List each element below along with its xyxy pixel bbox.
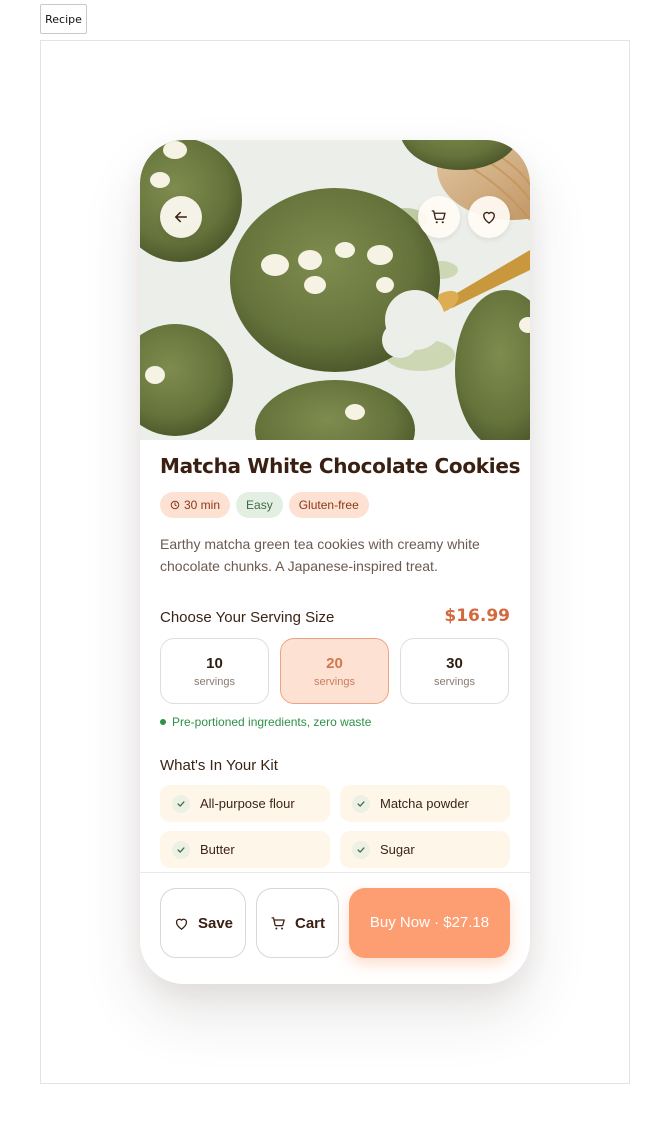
serving-count: 10 xyxy=(206,654,223,672)
difficulty-tag-label: Easy xyxy=(246,498,273,512)
zero-waste-note: Pre-portioned ingredients, zero waste xyxy=(160,715,371,729)
tag-list: 30 min Easy Gluten-free xyxy=(160,492,369,518)
serving-unit: servings xyxy=(434,675,475,688)
save-button-label: Save xyxy=(197,914,234,932)
kit-title: What's In Your Kit xyxy=(160,757,278,774)
kit-item-label: Sugar xyxy=(380,842,415,857)
back-button[interactable] xyxy=(160,196,202,238)
price: $16.99 xyxy=(444,606,510,626)
serving-option-30[interactable]: 30 servings xyxy=(400,638,509,704)
recipe-tab[interactable]: Recipe xyxy=(40,4,87,34)
cart-icon xyxy=(271,916,285,929)
serving-options: 10 servings 20 servings 30 servings xyxy=(160,638,510,704)
time-tag: 30 min xyxy=(160,492,231,518)
kit-item: Sugar xyxy=(340,831,510,868)
diet-tag-label: Gluten-free xyxy=(298,498,359,512)
favorite-button[interactable] xyxy=(468,196,510,238)
buy-now-label: Buy Now · $27.18 xyxy=(369,914,490,931)
recipe-description: Earthy matcha green tea cookies with cre… xyxy=(160,536,480,574)
cart-button-label: Cart xyxy=(294,914,325,932)
kit-item: All-purpose flour xyxy=(160,785,330,822)
serving-option-10[interactable]: 10 servings xyxy=(160,638,269,704)
arrow-left-icon xyxy=(175,211,187,223)
serving-option-20[interactable]: 20 servings xyxy=(280,638,389,704)
serving-unit: servings xyxy=(314,675,355,688)
kit-item-label: Butter xyxy=(200,842,235,857)
kit-list: All-purpose flour Matcha powder Butter S… xyxy=(160,785,510,868)
cart-icon xyxy=(431,210,446,224)
heart-icon xyxy=(483,211,495,224)
check-icon xyxy=(352,794,370,813)
buy-now-button[interactable]: Buy Now · $27.18 xyxy=(349,888,510,958)
kit-item-label: Matcha powder xyxy=(380,796,469,811)
heart-icon xyxy=(175,918,188,930)
time-tag-label: 30 min xyxy=(184,498,221,512)
serving-header: Choose Your Serving Size $16.99 xyxy=(160,606,510,630)
diet-tag: Gluten-free xyxy=(288,492,369,518)
cart-shortcut-button[interactable] xyxy=(418,196,460,238)
kit-item: Matcha powder xyxy=(340,785,510,822)
serving-size-label: Choose Your Serving Size xyxy=(160,609,335,626)
zero-waste-note-text: Pre-portioned ingredients, zero waste xyxy=(172,715,372,729)
status-dot-icon xyxy=(160,719,166,725)
check-icon xyxy=(172,840,190,859)
serving-unit: servings xyxy=(194,675,235,688)
add-to-cart-button[interactable]: Cart xyxy=(256,888,339,958)
check-icon xyxy=(172,794,190,813)
difficulty-tag: Easy xyxy=(236,492,283,518)
clock-icon xyxy=(170,500,180,510)
hero-image xyxy=(140,140,530,440)
action-bar: Save Cart Buy Now · $27.18 xyxy=(140,872,530,984)
check-icon xyxy=(352,840,370,859)
serving-count: 30 xyxy=(446,654,463,672)
recipe-title: Matcha White Chocolate Cookies xyxy=(160,454,521,478)
recipe-card: Matcha White Chocolate Cookies 30 min Ea… xyxy=(140,140,530,984)
kit-item-label: All-purpose flour xyxy=(200,796,295,811)
save-button[interactable]: Save xyxy=(160,888,246,958)
kit-item: Butter xyxy=(160,831,330,868)
serving-count: 20 xyxy=(326,654,343,672)
